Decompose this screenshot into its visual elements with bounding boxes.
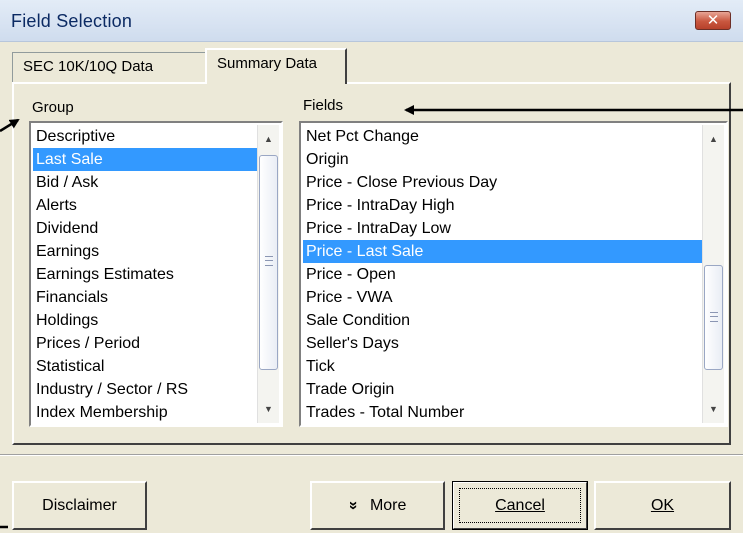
group-list-item[interactable]: Index Membership	[33, 401, 257, 424]
field-selection-dialog: Field Selection ✕ SEC 10K/10Q Data Summa…	[0, 0, 743, 533]
group-list-item[interactable]: Financials	[33, 286, 257, 309]
disclaimer-button[interactable]: Disclaimer	[12, 481, 147, 530]
tab-sec-10k-10q-data[interactable]: SEC 10K/10Q Data	[12, 52, 205, 82]
field-list-item[interactable]: Price - Last Sale	[303, 240, 702, 263]
close-icon: ✕	[706, 12, 720, 29]
fields-scroll-thumb[interactable]	[704, 265, 723, 370]
group-label: Group	[32, 99, 74, 116]
field-list-item[interactable]: Price - Close Previous Day	[303, 171, 702, 194]
field-list-item[interactable]: Origin	[303, 148, 702, 171]
field-list-item[interactable]: Sale Condition	[303, 309, 702, 332]
group-scroll-thumb[interactable]	[259, 155, 278, 370]
field-list-item[interactable]: Tick	[303, 355, 702, 378]
grip-icon	[265, 256, 273, 266]
group-list-item[interactable]: Dividend	[33, 217, 257, 240]
triangle-down-icon[interactable]: ▼	[258, 399, 279, 419]
disclaimer-label: Disclaimer	[42, 497, 117, 514]
triangle-up-icon[interactable]: ▲	[258, 129, 279, 149]
group-list-item[interactable]: Bid / Ask	[33, 171, 257, 194]
group-list-item[interactable]: Holdings	[33, 309, 257, 332]
more-button[interactable]: » More	[310, 481, 445, 530]
separator	[0, 454, 743, 456]
fields-label: Fields	[303, 97, 344, 114]
triangle-up-icon[interactable]: ▲	[703, 129, 724, 149]
group-listbox[interactable]: Descriptive Last Sale Bid / Ask Alerts Divid…	[29, 121, 283, 427]
field-items: Net Pct Change Origin Price - Close Previo…	[303, 125, 702, 424]
tab-summary-data[interactable]: Summary Data	[205, 48, 347, 84]
double-chevron-down-icon: »	[344, 501, 362, 510]
close-button[interactable]: ✕	[695, 11, 731, 30]
group-list-item[interactable]: Alerts	[33, 194, 257, 217]
group-list-item[interactable]: Statistical	[33, 355, 257, 378]
fields-scrollbar[interactable]: ▲ ▼	[702, 125, 724, 423]
field-list-item[interactable]: Trades - Total Number	[303, 401, 702, 424]
fields-listbox[interactable]: Net Pct Change Origin Price - Close Previo…	[299, 121, 728, 427]
group-list-item[interactable]: Earnings	[33, 240, 257, 263]
cancel-button[interactable]: Cancel	[452, 481, 588, 530]
group-items: Descriptive Last Sale Bid / Ask Alerts Divid…	[33, 125, 257, 424]
group-list-item[interactable]: Last Sale	[33, 148, 257, 171]
field-list-item[interactable]: Price - IntraDay High	[303, 194, 702, 217]
field-list-item[interactable]: Price - Open	[303, 263, 702, 286]
field-list-item[interactable]: Price - IntraDay Low	[303, 217, 702, 240]
grip-icon	[710, 312, 718, 322]
field-list-item[interactable]: Net Pct Change	[303, 125, 702, 148]
tab-label: Summary Data	[217, 55, 318, 72]
focus-rect	[459, 488, 581, 523]
group-list-item[interactable]: Industry / Sector / RS	[33, 378, 257, 401]
group-list-item[interactable]: Earnings Estimates	[33, 263, 257, 286]
field-list-item[interactable]: Price - VWA	[303, 286, 702, 309]
triangle-down-icon[interactable]: ▼	[703, 399, 724, 419]
field-list-item[interactable]: Seller's Days	[303, 332, 702, 355]
ok-label: OK	[650, 497, 675, 514]
window-title: Field Selection	[11, 11, 133, 31]
ok-button[interactable]: OK	[594, 481, 731, 530]
title-bar[interactable]: Field Selection ✕	[0, 0, 743, 42]
tab-label: SEC 10K/10Q Data	[23, 58, 154, 75]
field-list-item[interactable]: Trade Origin	[303, 378, 702, 401]
group-list-item[interactable]: Descriptive	[33, 125, 257, 148]
group-list-item[interactable]: Prices / Period	[33, 332, 257, 355]
group-scrollbar[interactable]: ▲ ▼	[257, 125, 279, 423]
